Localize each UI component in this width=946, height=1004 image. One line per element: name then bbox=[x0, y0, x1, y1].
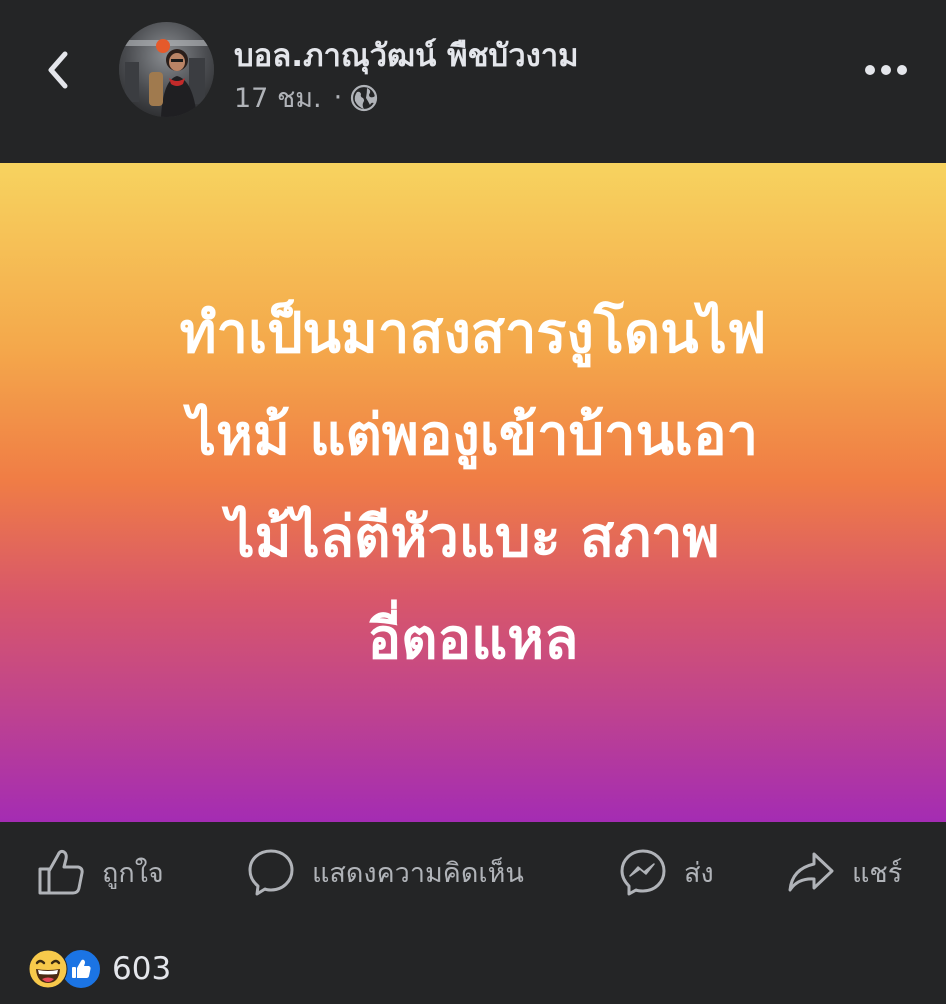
chevron-left-icon bbox=[48, 51, 68, 89]
globe-icon bbox=[351, 84, 378, 111]
author-name[interactable]: บอล.ภาณุวัฒน์ พืชบัวงาม bbox=[234, 30, 579, 80]
messenger-icon bbox=[620, 849, 666, 896]
post-meta: 17 ชม. · bbox=[234, 76, 378, 119]
back-button[interactable] bbox=[36, 46, 80, 94]
comment-bubble-icon bbox=[248, 849, 294, 896]
post-line-2: ไหม้ แต่พองูเข้าบ้านเอา bbox=[187, 402, 759, 468]
share-arrow-icon bbox=[788, 852, 834, 892]
post-text: ทำเป็นมาสงสารงูโดนไฟ ไหม้ แต่พองูเข้าบ้า… bbox=[93, 283, 853, 691]
like-label: ถูกใจ bbox=[102, 857, 164, 889]
post-timestamp[interactable]: 17 ชม. bbox=[234, 76, 322, 119]
profile-photo bbox=[119, 22, 214, 117]
post-action-bar: ถูกใจ แสดงความคิดเห็น ส่ง แชร์ bbox=[0, 822, 946, 922]
send-label: ส่ง bbox=[684, 857, 714, 889]
post-line-3: ไม้ไล่ตีหัวแบะ สภาพ bbox=[226, 504, 720, 570]
post-line-1: ทำเป็นมาสงสารงูโดนไฟ bbox=[179, 300, 767, 366]
reaction-count: 603 bbox=[112, 951, 172, 987]
like-button[interactable]: ถูกใจ bbox=[36, 844, 164, 900]
send-button[interactable]: ส่ง bbox=[618, 844, 714, 900]
avatar[interactable] bbox=[119, 22, 214, 117]
like-thumb-outline-icon bbox=[38, 849, 84, 895]
post-line-4: อี่ตอแหล bbox=[367, 606, 579, 672]
more-options-button[interactable] bbox=[858, 50, 914, 90]
post-header: บอล.ภาณุวัฒน์ พืชบัวงาม 17 ชม. · bbox=[0, 0, 946, 163]
share-button[interactable]: แชร์ bbox=[786, 844, 902, 900]
post-text-background: ทำเป็นมาสงสารงูโดนไฟ ไหม้ แต่พองูเข้าบ้า… bbox=[0, 163, 946, 822]
more-dots-icon bbox=[865, 65, 907, 75]
reaction-summary[interactable]: 603 bbox=[28, 947, 171, 991]
comment-label: แสดงความคิดเห็น bbox=[312, 857, 524, 889]
share-label: แชร์ bbox=[852, 857, 903, 889]
meta-separator: · bbox=[333, 82, 343, 113]
laughing-emoji-icon bbox=[28, 949, 68, 989]
thumb-glyph bbox=[72, 959, 91, 978]
comment-button[interactable]: แสดงความคิดเห็น bbox=[246, 844, 524, 900]
